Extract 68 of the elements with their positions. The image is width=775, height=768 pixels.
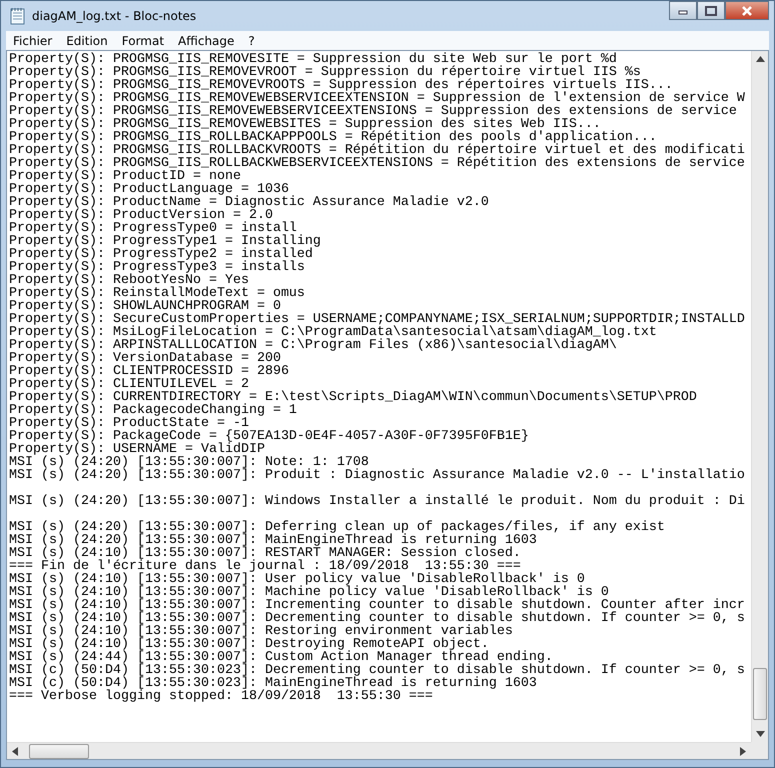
log-line: MSI (s) (24:20) [13:55:30:007]: Produit : Diagnostic Assurance Maladie v2.0 -- L'installatio bbox=[9, 469, 745, 482]
log-line: MSI (s) (24:10) [13:55:30:007]: RESTART MANAGER: Session closed. bbox=[9, 547, 521, 560]
close-button[interactable] bbox=[725, 1, 769, 20]
log-line: Property(S): ProgressType3 = installs bbox=[9, 261, 305, 274]
log-line: Property(S): CURRENTDIRECTORY = E:\test\Scripts_DiagAM\WIN\commun\Documents\SETUP\PROD bbox=[9, 391, 697, 404]
log-line: Property(S): PROGMSG_IIS_ROLLBACKWEBSERVICEEXTENSIONS = Répétition des extensions de service bbox=[9, 157, 745, 170]
log-line: MSI (s) (24:10) [13:55:30:007]: Machine policy value 'DisableRollback' is 0 bbox=[9, 586, 609, 599]
log-line: Property(S): ProgressType1 = Installing bbox=[9, 235, 321, 248]
log-line: Property(S): ProductName = Diagnostic Assurance Maladie v2.0 bbox=[9, 196, 489, 209]
log-line: === Verbose logging stopped: 18/09/2018 13:55:30 === bbox=[9, 690, 433, 703]
log-line: Property(S): ProductID = none bbox=[9, 170, 241, 183]
log-line: MSI (s) (24:10) [13:55:30:007]: User policy value 'DisableRollback' is 0 bbox=[9, 573, 585, 586]
menu-item[interactable]: Fichier bbox=[6, 34, 60, 48]
log-line: === Fin de l'écriture dans le journal : 18/09/2018 13:55:30 === bbox=[9, 560, 521, 573]
menu-item[interactable]: Format bbox=[114, 34, 172, 48]
log-line: MSI (s) (24:10) [13:55:30:007]: Decrementing counter to disable shutdown. If counter >= 0, s bbox=[9, 612, 745, 625]
log-line: Property(S): SecureCustomProperties = USERNAME;COMPANYNAME;ISX_SERIALNUM;SUPPORTDIR;INSTALLD bbox=[9, 313, 745, 326]
menu-item[interactable]: Edition bbox=[59, 34, 115, 48]
notepad-icon bbox=[10, 7, 26, 25]
log-line: MSI (s) (24:20) [13:55:30:007]: MainEngineThread is returning 1603 bbox=[9, 534, 537, 547]
log-line: MSI (s) (24:10) [13:55:30:007]: Destroying RemoteAPI object. bbox=[9, 638, 489, 651]
log-line: Property(S): CLIENTUILEVEL = 2 bbox=[9, 378, 249, 391]
log-line: Property(S): PackagecodeChanging = 1 bbox=[9, 404, 297, 417]
log-line: Property(S): ReinstallModeText = omus bbox=[9, 287, 305, 300]
scroll-up-icon[interactable] bbox=[756, 56, 764, 62]
log-line: Property(S): USERNAME = ValidDIP bbox=[9, 443, 265, 456]
log-line: Property(S): ProductLanguage = 1036 bbox=[9, 183, 289, 196]
log-line: Property(S): PROGMSG_IIS_ROLLBACKVROOTS = Répétition du répertoire virtuel et des modificati bbox=[9, 144, 745, 157]
log-line: Property(S): PROGMSG_IIS_REMOVESITE = Suppression du site Web sur le port %d bbox=[9, 53, 617, 66]
scroll-thumb[interactable] bbox=[753, 668, 767, 720]
log-line: Property(S): ProgressType2 = installed bbox=[9, 248, 313, 261]
log-line: Property(S): PROGMSG_IIS_REMOVEVROOTS = Suppression des répertoires virtuels IIS... bbox=[9, 79, 673, 92]
menu-item[interactable]: Affichage bbox=[171, 34, 242, 48]
log-line: Property(S): PROGMSG_IIS_REMOVEWEBSITES = Suppression des sites Web IIS... bbox=[9, 118, 601, 131]
log-line: MSI (c) (50:D4) [13:55:30:023]: Decrementing counter to disable shutdown. If counter >= 0, s bbox=[9, 664, 745, 677]
close-icon bbox=[740, 6, 754, 16]
log-line: MSI (s) (24:20) [13:55:30:007]: Note: 1: 1708 bbox=[9, 456, 369, 469]
menu-item[interactable]: ? bbox=[241, 34, 262, 48]
window-title: diagAM_log.txt - Bloc-notes bbox=[32, 9, 196, 23]
scroll-down-icon[interactable] bbox=[756, 731, 764, 737]
log-line: Property(S): PROGMSG_IIS_ROLLBACKAPPPOOLS = Répétition des pools d'application... bbox=[9, 131, 657, 144]
log-line: Property(S): MsiLogFileLocation = C:\ProgramData\santesocial\atsam\diagAM_log.txt bbox=[9, 326, 657, 339]
log-line: Property(S): CLIENTPROCESSID = 2896 bbox=[9, 365, 289, 378]
log-line: MSI (s) (24:44) [13:55:30:007]: Custom Action Manager thread ending. bbox=[9, 651, 553, 664]
log-line: MSI (s) (24:10) [13:55:30:007]: Incrementing counter to disable shutdown. Counter after incr bbox=[9, 599, 745, 612]
scroll-right-icon[interactable] bbox=[740, 746, 746, 756]
vertical-scrollbar[interactable] bbox=[751, 51, 768, 742]
minimize-button[interactable] bbox=[669, 1, 697, 20]
scroll-left-icon[interactable] bbox=[12, 746, 18, 756]
log-line: MSI (s) (24:10) [13:55:30:007]: Restoring environment variables bbox=[9, 625, 513, 638]
log-line: Property(S): SHOWLAUNCHPROGRAM = 0 bbox=[9, 300, 281, 313]
log-line: MSI (s) (24:20) [13:55:30:007]: Deferring clean up of packages/files, if any exist bbox=[9, 521, 665, 534]
maximize-icon bbox=[705, 6, 717, 16]
maximize-button[interactable] bbox=[697, 1, 725, 20]
log-line: Property(S): ProductVersion = 2.0 bbox=[9, 209, 273, 222]
log-line: Property(S): ProductState = -1 bbox=[9, 417, 249, 430]
log-line: Property(S): PackageCode = {507EA13D-0E4F-4057-A30F-0F7395F0FB1E} bbox=[9, 430, 529, 443]
log-line: MSI (c) (50:D4) [13:55:30:023]: MainEngineThread is returning 1603 bbox=[9, 677, 537, 690]
scroll-thumb[interactable] bbox=[29, 744, 89, 758]
log-line: Property(S): ProgressType0 = install bbox=[9, 222, 297, 235]
log-line: Property(S): ARPINSTALLLOCATION = C:\Program Files (x86)\santesocial\diagAM\ bbox=[9, 339, 617, 352]
log-line: Property(S): VersionDatabase = 200 bbox=[9, 352, 281, 365]
log-line: Property(S): PROGMSG_IIS_REMOVEWEBSERVICEEXTENSIONS = Suppression des extensions de service bbox=[9, 105, 737, 118]
log-line: Property(S): RebootYesNo = Yes bbox=[9, 274, 249, 287]
log-line: Property(S): PROGMSG_IIS_REMOVEVROOT = Suppression du répertoire virtuel IIS %s bbox=[9, 66, 641, 79]
log-line: Property(S): PROGMSG_IIS_REMOVEWEBSERVICEEXTENSION = Suppression de l'extension de service W bbox=[9, 92, 745, 105]
log-line: MSI (s) (24:20) [13:55:30:007]: Windows Installer a installé le produit. Nom du produit : Di bbox=[9, 495, 745, 508]
horizontal-scrollbar[interactable] bbox=[7, 742, 751, 759]
